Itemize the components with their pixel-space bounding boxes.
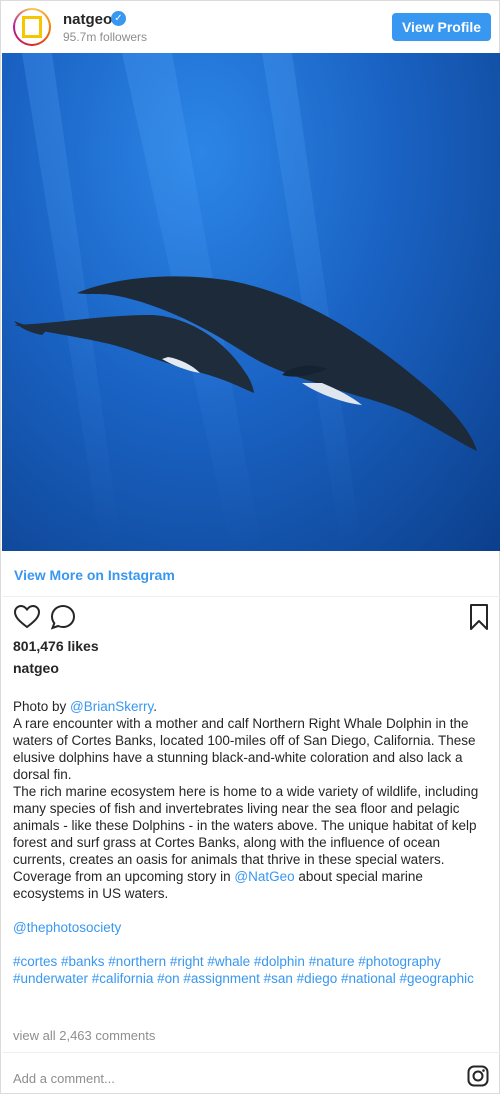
caption-paragraph: A rare encounter with a mother and calf … xyxy=(13,716,476,782)
view-more-link[interactable]: View More on Instagram xyxy=(14,567,175,583)
photographer-mention[interactable]: @BrianSkerry xyxy=(70,699,153,714)
add-comment-input[interactable]: Add a comment... xyxy=(13,1071,115,1086)
like-count[interactable]: 801,476 likes xyxy=(13,638,99,654)
instagram-embed-card: natgeo ✓ 95.7m followers View Profile Vi… xyxy=(0,0,500,1094)
divider xyxy=(2,1052,500,1053)
caption-username[interactable]: natgeo xyxy=(13,660,59,676)
hashtags[interactable]: #cortes #banks #northern #right #whale #… xyxy=(13,954,474,986)
post-photo[interactable] xyxy=(2,53,500,551)
avatar[interactable] xyxy=(13,8,51,46)
divider xyxy=(2,596,500,597)
view-profile-button[interactable]: View Profile xyxy=(392,13,491,41)
username[interactable]: natgeo xyxy=(63,11,112,28)
caption-text: Photo by @BrianSkerry. A rare encounter … xyxy=(13,698,491,987)
follower-count: 95.7m followers xyxy=(63,30,148,44)
view-all-comments-link[interactable]: view all 2,463 comments xyxy=(13,1028,155,1043)
instagram-logo-icon[interactable] xyxy=(467,1065,489,1087)
photosociety-mention[interactable]: @thephotosociety xyxy=(13,920,121,935)
comment-bubble-icon[interactable] xyxy=(49,603,77,631)
dolphins-illustration xyxy=(14,53,477,551)
bookmark-icon[interactable] xyxy=(465,603,493,631)
post-header: natgeo ✓ 95.7m followers View Profile xyxy=(1,1,499,53)
action-bar xyxy=(13,603,489,631)
natgeo-mention[interactable]: @NatGeo xyxy=(234,869,294,884)
natgeo-logo xyxy=(22,16,42,38)
verified-badge-icon: ✓ xyxy=(111,11,126,26)
heart-icon[interactable] xyxy=(13,603,41,631)
